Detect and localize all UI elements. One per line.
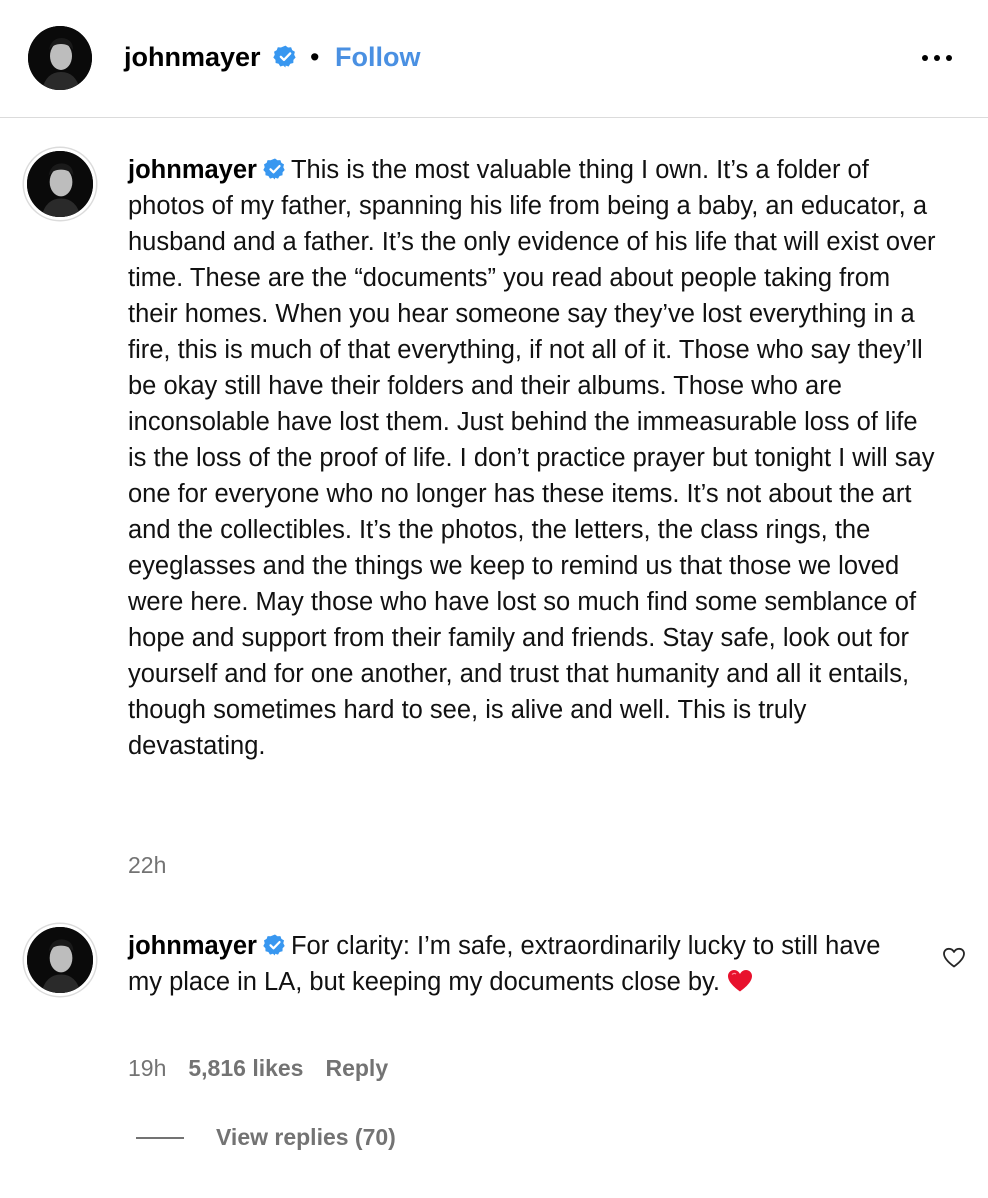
comment-likes-count[interactable]: 5,816 likes (188, 1055, 303, 1081)
comment: johnmayer For clarity: I’m safe, extraord… (128, 928, 908, 1000)
comment-meta: 19h 5,816 likes Reply (128, 1053, 410, 1083)
verified-badge-icon (263, 933, 287, 957)
header-username[interactable]: johnmayer (124, 40, 261, 74)
replies-divider-line (136, 1137, 184, 1139)
verified-badge-icon (273, 44, 298, 69)
reply-button[interactable]: Reply (325, 1055, 388, 1081)
comment-timestamp[interactable]: 19h (128, 1055, 166, 1081)
avatar[interactable] (24, 924, 96, 996)
view-replies-button[interactable]: View replies (70) (216, 1122, 396, 1152)
profile-photo-icon (27, 151, 93, 217)
caption-timestamp[interactable]: 22h (128, 850, 166, 880)
verified-badge-icon (263, 157, 287, 181)
profile-photo-icon (27, 927, 93, 993)
comment-username[interactable]: johnmayer (128, 932, 257, 960)
like-heart-icon[interactable] (942, 946, 966, 970)
caption-text: This is the most valuable thing I own. I… (128, 156, 936, 760)
more-horizontal-icon[interactable] (918, 44, 958, 72)
avatar[interactable] (24, 148, 96, 220)
profile-photo-icon (28, 26, 92, 90)
follow-button[interactable]: Follow (335, 40, 420, 74)
post-header: johnmayer • Follow (0, 0, 988, 118)
avatar[interactable] (28, 26, 92, 90)
caption-username[interactable]: johnmayer (128, 156, 257, 184)
red-heart-emoji-icon (727, 969, 753, 993)
caption: johnmayer This is the most valuable thing… (128, 152, 943, 764)
header-separator: • (310, 42, 320, 72)
